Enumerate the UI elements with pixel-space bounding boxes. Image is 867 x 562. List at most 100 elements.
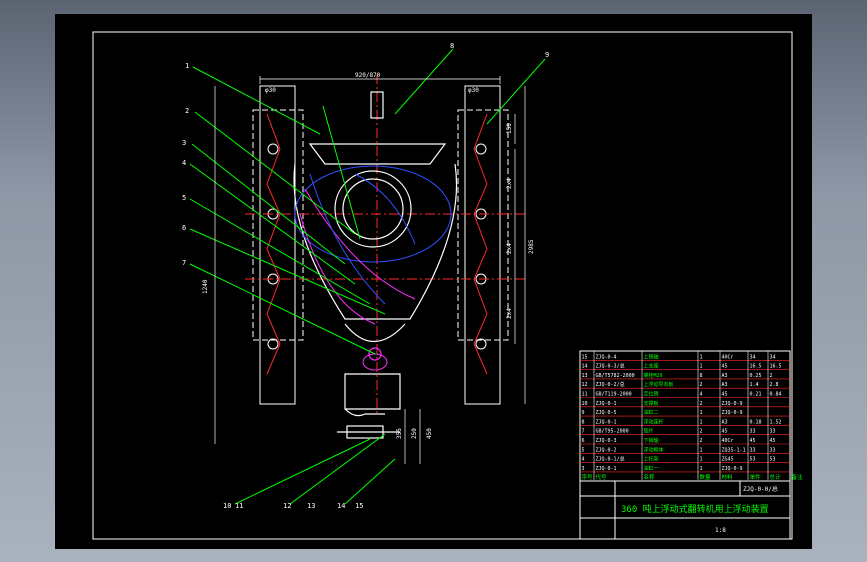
parts-cell-code: ZJQ-0-2 <box>596 447 617 453</box>
parts-cell-no: 11 <box>582 392 588 398</box>
parts-list-table: 15 ZJQ-0-4 上销轴 1 40Cr 34 3414 ZJQ-0-3/总 上支座 1 45 16… <box>579 350 803 482</box>
parts-cell-total: 53 <box>770 457 776 463</box>
balloon-3: 3 <box>182 139 186 147</box>
parts-cell-name: 油缸二 <box>644 409 659 416</box>
parts-cell-qty: 2 <box>700 429 703 435</box>
parts-cell-name: 定位销 <box>644 391 659 398</box>
balloon-15: 15 <box>355 502 363 510</box>
parts-cell-no: 3 <box>582 466 585 472</box>
balloon-10: 10 <box>223 502 231 510</box>
parts-cell-name: 浮动框体 <box>644 446 664 453</box>
dim-right-seg-1: 150 <box>506 123 513 134</box>
balloon-1: 1 <box>185 62 189 70</box>
parts-cell-name: 浮动连杆 <box>644 418 664 425</box>
right-guide-column <box>457 85 509 405</box>
parts-cell-code: ZJQ-0-3 <box>596 438 617 444</box>
balloon-4: 4 <box>182 159 186 167</box>
parts-cell-qty: 1 <box>700 419 703 425</box>
parts-cell-code: ZJQ-0-1/总 <box>596 456 625 463</box>
left-guide-column <box>252 85 304 405</box>
parts-cell-name: 上销轴 <box>644 353 659 360</box>
parts-cell-name: 下销轴 <box>644 437 659 444</box>
parts-cell-no: 14 <box>582 364 588 370</box>
dim-bottom-3: 450 <box>426 428 433 439</box>
cad-viewport[interactable]: 1 2 3 4 5 6 7 8 9 10 11 12 13 14 15 920/… <box>55 14 812 549</box>
parts-cell-mat: A3 <box>722 382 728 388</box>
parts-cell-code: ZJQ-0-2/总 <box>596 381 625 388</box>
balloon-2: 2 <box>185 107 189 115</box>
parts-cell-code: GB/T5782-2000 <box>596 373 635 379</box>
parts-cell-qty: 8 <box>700 373 703 379</box>
parts-cell-qty: 1 <box>700 466 703 472</box>
parts-cell-code: ZJQ-0-1 <box>596 401 617 407</box>
parts-cell-name: 支撑板 <box>644 400 659 407</box>
parts-cell-no: 15 <box>582 354 588 360</box>
parts-cell-code: GB/T95-2000 <box>596 429 629 435</box>
parts-header-cell: 总计 <box>770 473 782 481</box>
parts-cell-code: GB/T119-2000 <box>596 392 632 398</box>
parts-header-cell: 材料 <box>722 473 734 481</box>
balloon-13: 13 <box>307 502 315 510</box>
dim-right-seg-4: 2x4 <box>506 308 513 319</box>
swing-contours <box>294 165 452 325</box>
drawing-scale: 1:8 <box>715 527 726 534</box>
parts-cell-no: 12 <box>582 382 588 388</box>
parts-cell-unit: 1.4 <box>750 382 759 388</box>
drawing-number: ZJQ-0-0/总 <box>743 485 778 493</box>
parts-cell-qty: 1 <box>700 354 703 360</box>
parts-header-cell: 单件 <box>750 473 762 481</box>
dim-right-vertical: 2985 <box>528 239 535 254</box>
parts-cell-unit: 45 <box>750 438 756 444</box>
dim-top-overall: 920/870 <box>355 72 381 79</box>
parts-cell-mat: 40Cr <box>722 354 734 360</box>
parts-cell-mat: 45 <box>722 429 728 435</box>
parts-cell-qty: 1 <box>700 410 703 416</box>
dim-right-seg-2: 2x4 <box>506 178 513 189</box>
parts-cell-no: 4 <box>582 457 585 463</box>
parts-cell-unit: 34 <box>750 354 756 360</box>
parts-cell-qty: 1 <box>700 457 703 463</box>
parts-cell-no: 13 <box>582 373 588 379</box>
parts-cell-no: 8 <box>582 419 585 425</box>
parts-cell-mat: A3 <box>722 419 728 425</box>
parts-cell-total: 0.84 <box>770 392 782 398</box>
balloon-6: 6 <box>182 224 186 232</box>
parts-cell-mat: ZJQ-0-9 <box>722 466 743 472</box>
lower-pin <box>362 353 388 371</box>
parts-cell-total: 2.8 <box>770 382 779 388</box>
parts-cell-mat: A3 <box>722 373 728 379</box>
parts-cell-no: 7 <box>582 429 585 435</box>
parts-cell-qty: 2 <box>700 438 703 444</box>
dim-left-top: φ30 <box>265 87 276 94</box>
parts-cell-total: 33 <box>770 447 776 453</box>
parts-cell-code: ZJQ-0-3/总 <box>596 363 625 370</box>
dim-left-vertical: 1240 <box>202 279 209 294</box>
parts-cell-no: 10 <box>582 401 588 407</box>
parts-header-cell: 序号 <box>582 473 594 481</box>
parts-cell-total: 34 <box>770 354 776 360</box>
parts-cell-mat: ZG45 <box>722 457 734 463</box>
parts-cell-code: ZJQ-0-5 <box>596 410 617 416</box>
parts-cell-name: 上浮动导向板 <box>644 381 674 388</box>
leader-lines <box>189 48 546 505</box>
parts-list-rows: 15 ZJQ-0-4 上销轴 1 40Cr 34 3414 ZJQ-0-3/总 上支座 1 45 16… <box>580 351 803 481</box>
parts-header-cell: 数量 <box>700 473 712 481</box>
parts-cell-total: 45 <box>770 438 776 444</box>
balloon-12: 12 <box>283 502 291 510</box>
parts-cell-unit: 0.25 <box>750 373 762 379</box>
parts-header-cell: 备注 <box>792 473 804 481</box>
balloon-14: 14 <box>337 502 345 510</box>
dim-right-top: φ30 <box>468 87 479 94</box>
dim-bottom-1: 355 <box>396 428 403 439</box>
parts-cell-mat: ZQ35-1-1 <box>722 447 746 453</box>
parts-header-cell: 名称 <box>644 473 656 481</box>
parts-cell-unit: 0.21 <box>750 392 762 398</box>
parts-cell-mat: 45 <box>722 364 728 370</box>
parts-cell-qty: 2 <box>700 382 703 388</box>
parts-cell-unit: 33 <box>750 429 756 435</box>
parts-cell-qty: 1 <box>700 447 703 453</box>
engineering-drawing: 1 2 3 4 5 6 7 8 9 10 11 12 13 14 15 920/… <box>92 31 803 540</box>
parts-cell-no: 9 <box>582 410 585 416</box>
parts-cell-no: 5 <box>582 447 585 453</box>
parts-cell-name: 螺栓M20 <box>644 372 663 379</box>
